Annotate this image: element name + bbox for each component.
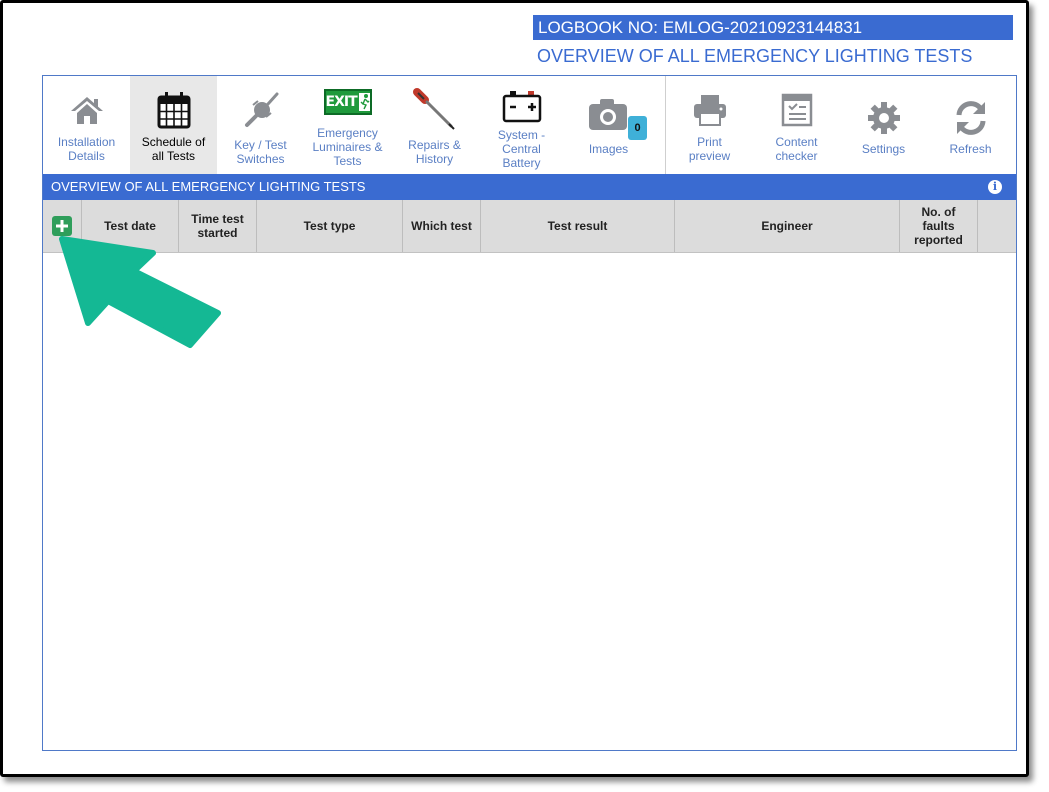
toolbar-label: Tests: [333, 154, 362, 168]
section-header: OVERVIEW OF ALL EMERGENCY LIGHTING TESTS…: [43, 174, 1016, 200]
checklist-icon: [753, 90, 840, 130]
home-icon: [43, 90, 130, 130]
column-label: Test date: [104, 219, 156, 233]
info-icon[interactable]: i: [988, 180, 1002, 194]
toolbar-key-test-switches[interactable]: Key / Test Switches: [217, 76, 304, 174]
toolbar-label: Schedule of: [141, 135, 206, 149]
column-engineer[interactable]: Engineer: [675, 200, 900, 252]
column-label: Which test: [411, 219, 472, 233]
gear-icon: [840, 98, 927, 138]
section-title: OVERVIEW OF ALL EMERGENCY LIGHTING TESTS: [51, 179, 366, 194]
column-label: Engineer: [761, 219, 813, 233]
toolbar-system-central-battery[interactable]: System - Central Battery: [478, 76, 565, 174]
toolbar-label: Battery: [502, 156, 541, 170]
running-man-icon: [358, 93, 370, 111]
exit-sign-icon: EXIT: [304, 84, 391, 120]
toolbar-label: Emergency: [317, 126, 378, 140]
column-label: Test result: [547, 219, 608, 233]
toolbar-content-checker[interactable]: Content checker: [753, 76, 840, 174]
column-label: Time test: [191, 212, 244, 226]
toolbar-images[interactable]: 0 Images: [565, 76, 652, 174]
column-actions: [978, 200, 1016, 252]
toolbar-print-preview[interactable]: Print preview: [666, 76, 753, 174]
toolbar-label: Luminaires &: [312, 140, 383, 154]
plus-icon: [56, 220, 68, 232]
refresh-icon: [927, 98, 1014, 138]
printer-icon: [666, 90, 753, 130]
toolbar-refresh[interactable]: Refresh: [927, 76, 1014, 174]
toolbar-label: all Tests: [151, 149, 196, 163]
main-panel: Installation Details Schedule of all Tes…: [42, 75, 1017, 751]
images-count-badge: 0: [628, 116, 647, 140]
toolbar-label: Installation: [57, 135, 116, 149]
column-test-type[interactable]: Test type: [257, 200, 403, 252]
toolbar-label: Print: [697, 135, 722, 149]
key-switch-icon: [217, 90, 304, 130]
toolbar-label: Content: [775, 135, 818, 149]
screwdriver-icon: [391, 88, 478, 130]
exit-sign-text: EXIT: [325, 94, 358, 110]
toolbar-label: History: [415, 152, 454, 166]
toolbar-label: Settings: [861, 142, 906, 156]
toolbar-label: preview: [688, 149, 731, 163]
toolbar-label: Images: [588, 142, 629, 156]
toolbar-settings[interactable]: Settings: [840, 76, 927, 174]
toolbar-repairs-history[interactable]: Repairs & History: [391, 76, 478, 174]
column-label: No. of: [921, 205, 956, 219]
add-test-button[interactable]: [52, 216, 72, 236]
column-label: reported: [914, 233, 963, 247]
toolbar-installation-details[interactable]: Installation Details: [43, 76, 130, 174]
toolbar-label: Repairs &: [408, 138, 461, 152]
toolbar-schedule-of-all-tests[interactable]: Schedule of all Tests: [130, 76, 217, 174]
toolbar: Installation Details Schedule of all Tes…: [43, 76, 1016, 174]
toolbar-label: Switches: [236, 152, 285, 166]
column-label: faults: [922, 219, 955, 233]
column-which-test[interactable]: Which test: [403, 200, 481, 252]
toolbar-label: checker: [775, 149, 818, 163]
toolbar-label: Refresh: [949, 142, 992, 156]
toolbar-label: Key / Test: [234, 138, 287, 152]
toolbar-label: Central: [502, 142, 541, 156]
toolbar-label: System -: [497, 128, 546, 142]
battery-icon: [478, 86, 565, 126]
annotation-arrow-icon: [59, 236, 221, 348]
window-frame: LOGBOOK NO: EMLOG-20210923144831 OVERVIE…: [0, 0, 1029, 777]
toolbar-label: Details: [68, 149, 105, 163]
logbook-number: LOGBOOK NO: EMLOG-20210923144831: [533, 15, 1013, 40]
column-test-result[interactable]: Test result: [481, 200, 675, 252]
column-label: Test type: [303, 219, 356, 233]
page-title: OVERVIEW OF ALL EMERGENCY LIGHTING TESTS: [537, 46, 973, 66]
column-faults-reported[interactable]: No. of faults reported: [900, 200, 978, 252]
toolbar-emergency-luminaires-tests[interactable]: EXIT Emergency Luminaires & Tests: [304, 76, 391, 174]
calendar-icon: [130, 90, 217, 130]
